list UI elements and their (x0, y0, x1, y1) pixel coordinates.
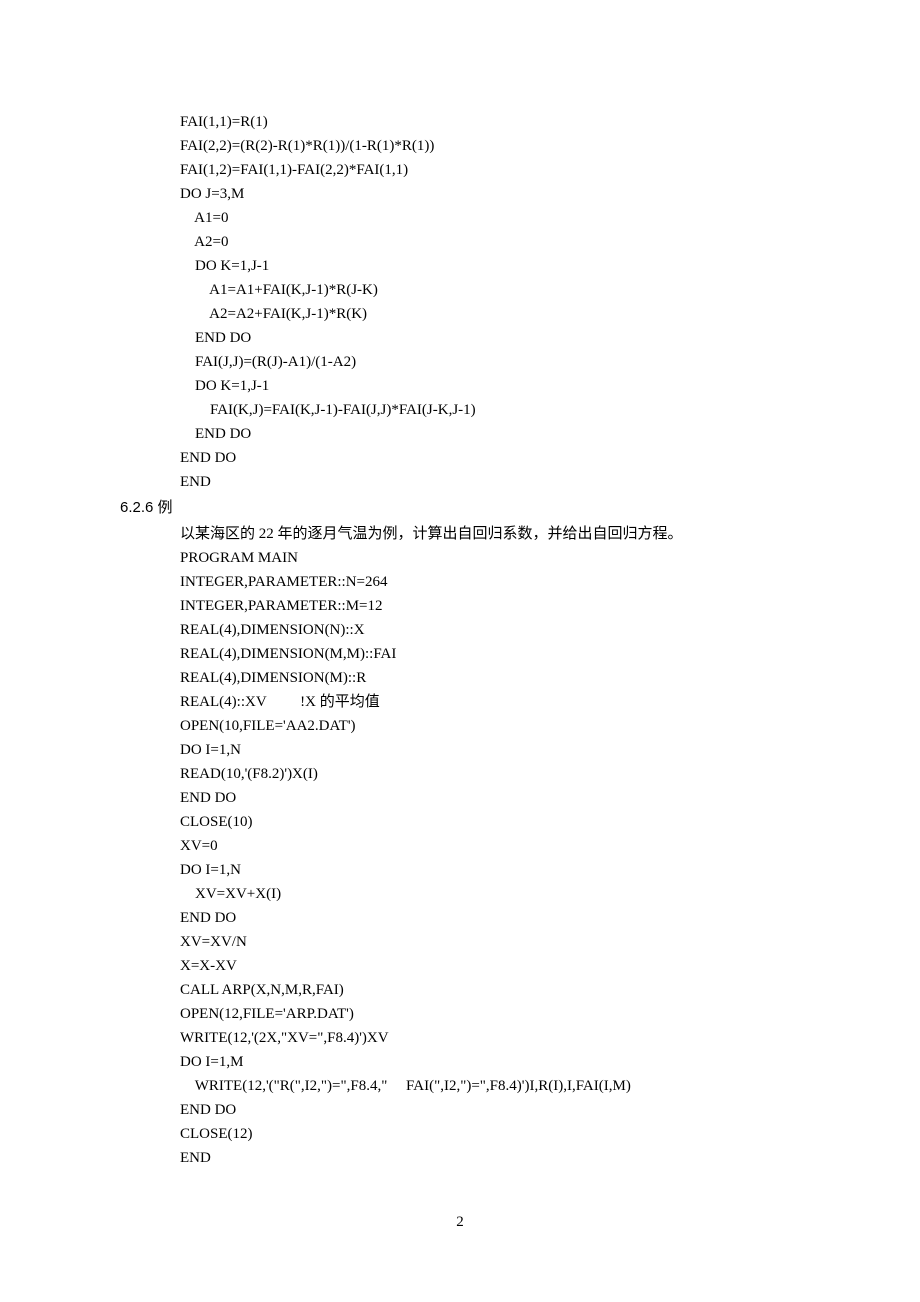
code-line: FAI(K,J)=FAI(K,J-1)-FAI(J,J)*FAI(J-K,J-1… (180, 398, 830, 422)
code-line: END (180, 1146, 830, 1170)
code-line: INTEGER,PARAMETER::M=12 (180, 594, 830, 618)
code-line: OPEN(12,FILE='ARP.DAT') (180, 1002, 830, 1026)
code-line: PROGRAM MAIN (180, 546, 830, 570)
code-line: DO I=1,N (180, 738, 830, 762)
page-content: FAI(1,1)=R(1)FAI(2,2)=(R(2)-R(1)*R(1))/(… (0, 0, 920, 1274)
code-line: XV=0 (180, 834, 830, 858)
code-line: FAI(2,2)=(R(2)-R(1)*R(1))/(1-R(1)*R(1)) (180, 134, 830, 158)
code-line: A1=0 (180, 206, 830, 230)
code-line: END DO (180, 422, 830, 446)
code-line: END DO (180, 1098, 830, 1122)
code-block-1: FAI(1,1)=R(1)FAI(2,2)=(R(2)-R(1)*R(1))/(… (180, 110, 830, 494)
page-number: 2 (90, 1210, 830, 1234)
code-line: A2=0 (180, 230, 830, 254)
code-line: CLOSE(12) (180, 1122, 830, 1146)
code-line: CALL ARP(X,N,M,R,FAI) (180, 978, 830, 1002)
code-line: END DO (180, 446, 830, 470)
code-line: READ(10,'(F8.2)')X(I) (180, 762, 830, 786)
code-line: FAI(J,J)=(R(J)-A1)/(1-A2) (180, 350, 830, 374)
code-line: DO K=1,J-1 (180, 254, 830, 278)
code-line: DO I=1,M (180, 1050, 830, 1074)
code-line: A1=A1+FAI(K,J-1)*R(J-K) (180, 278, 830, 302)
code-line: DO J=3,M (180, 182, 830, 206)
code-line: WRITE(12,'(2X,"XV=",F8.4)')XV (180, 1026, 830, 1050)
code-line: A2=A2+FAI(K,J-1)*R(K) (180, 302, 830, 326)
code-line: DO I=1,N (180, 858, 830, 882)
code-line: X=X-XV (180, 954, 830, 978)
code-line: END (180, 470, 830, 494)
code-line: END DO (180, 906, 830, 930)
code-line: CLOSE(10) (180, 810, 830, 834)
code-line: REAL(4),DIMENSION(M)::R (180, 666, 830, 690)
code-line: END DO (180, 786, 830, 810)
code-line: REAL(4)::XV !X 的平均值 (180, 690, 830, 714)
code-line: FAI(1,2)=FAI(1,1)-FAI(2,2)*FAI(1,1) (180, 158, 830, 182)
code-line: WRITE(12,'("R(",I2,")=",F8.4," FAI(",I2,… (180, 1074, 830, 1098)
code-line: REAL(4),DIMENSION(N)::X (180, 618, 830, 642)
code-line: REAL(4),DIMENSION(M,M)::FAI (180, 642, 830, 666)
code-line: INTEGER,PARAMETER::N=264 (180, 570, 830, 594)
code-line: FAI(1,1)=R(1) (180, 110, 830, 134)
code-line: OPEN(10,FILE='AA2.DAT') (180, 714, 830, 738)
code-line: END DO (180, 326, 830, 350)
example-intro: 以某海区的 22 年的逐月气温为例，计算出自回归系数，并给出自回归方程。 (180, 522, 830, 546)
section-heading: 6.2.6 例 (120, 496, 830, 520)
code-line: XV=XV+X(I) (180, 882, 830, 906)
code-line: XV=XV/N (180, 930, 830, 954)
code-line: DO K=1,J-1 (180, 374, 830, 398)
code-block-2: PROGRAM MAININTEGER,PARAMETER::N=264INTE… (180, 546, 830, 1170)
